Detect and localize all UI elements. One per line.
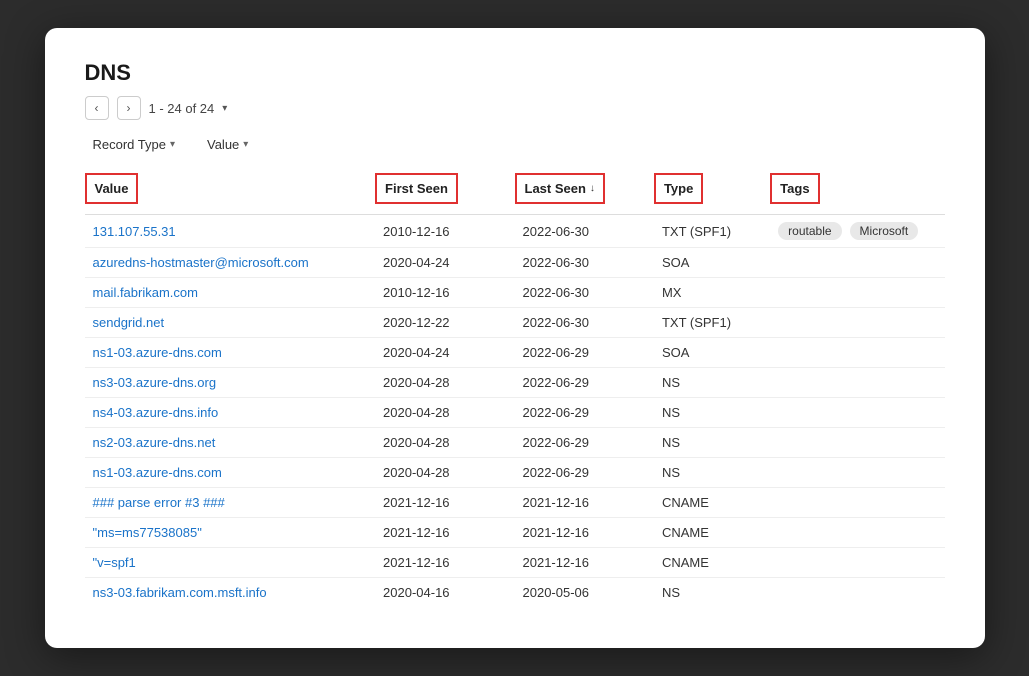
table-row: 131.107.55.312010-12-162022-06-30TXT (SP… <box>85 215 945 248</box>
cell-value[interactable]: ### parse error #3 ### <box>85 495 376 510</box>
cell-value[interactable]: azuredns-hostmaster@microsoft.com <box>85 255 376 270</box>
cell-value[interactable]: "ms=ms77538085" <box>85 525 376 540</box>
cell-first-seen: 2010-12-16 <box>375 224 514 239</box>
table-row: ### parse error #3 ###2021-12-162021-12-… <box>85 488 945 518</box>
col-last-seen-label[interactable]: Last Seen ↓ <box>515 173 605 204</box>
next-page-button[interactable]: › <box>117 96 141 120</box>
cell-last-seen: 2021-12-16 <box>515 555 654 570</box>
cell-value[interactable]: ns4-03.azure-dns.info <box>85 405 376 420</box>
cell-value[interactable]: mail.fabrikam.com <box>85 285 376 300</box>
cell-type: NS <box>654 585 770 600</box>
cell-first-seen: 2020-04-28 <box>375 405 514 420</box>
cell-tags: routable Microsoft <box>770 222 944 240</box>
pagination-dropdown[interactable]: ▾ <box>222 103 227 114</box>
cell-first-seen: 2010-12-16 <box>375 285 514 300</box>
cell-last-seen: 2022-06-29 <box>515 465 654 480</box>
pagination-bar: ‹ › 1 - 24 of 24 ▾ <box>85 96 945 120</box>
cell-type: CNAME <box>654 495 770 510</box>
cell-value[interactable]: 131.107.55.31 <box>85 224 376 239</box>
cell-last-seen: 2022-06-30 <box>515 224 654 239</box>
pagination-info: 1 - 24 of 24 <box>149 101 215 116</box>
cell-last-seen: 2022-06-29 <box>515 435 654 450</box>
cell-first-seen: 2020-04-16 <box>375 585 514 600</box>
cell-last-seen: 2022-06-30 <box>515 315 654 330</box>
col-first-seen-label[interactable]: First Seen <box>375 173 458 204</box>
cell-type: SOA <box>654 345 770 360</box>
cell-type: NS <box>654 435 770 450</box>
filter-value-label: Value <box>207 137 239 152</box>
cell-value[interactable]: ns2-03.azure-dns.net <box>85 435 376 450</box>
cell-first-seen: 2020-12-22 <box>375 315 514 330</box>
table-row: ns4-03.azure-dns.info2020-04-282022-06-2… <box>85 398 945 428</box>
col-header-tags: Tags <box>770 169 944 208</box>
cell-type: CNAME <box>654 525 770 540</box>
table-row: "ms=ms77538085"2021-12-162021-12-16CNAME <box>85 518 945 548</box>
filter-record-type-chevron-icon: ▾ <box>170 139 175 150</box>
cell-last-seen: 2021-12-16 <box>515 495 654 510</box>
table-row: ns3-03.fabrikam.com.msft.info2020-04-162… <box>85 578 945 607</box>
cell-first-seen: 2020-04-28 <box>375 465 514 480</box>
cell-first-seen: 2021-12-16 <box>375 525 514 540</box>
cell-last-seen: 2022-06-29 <box>515 375 654 390</box>
cell-type: CNAME <box>654 555 770 570</box>
col-header-type: Type <box>654 169 770 208</box>
cell-type: NS <box>654 375 770 390</box>
cell-type: MX <box>654 285 770 300</box>
cell-first-seen: 2020-04-24 <box>375 345 514 360</box>
page-title: DNS <box>85 60 945 86</box>
cell-first-seen: 2020-04-28 <box>375 375 514 390</box>
cell-last-seen: 2022-06-30 <box>515 285 654 300</box>
cell-first-seen: 2020-04-24 <box>375 255 514 270</box>
cell-value[interactable]: sendgrid.net <box>85 315 376 330</box>
col-value-label[interactable]: Value <box>85 173 139 204</box>
filter-record-type[interactable]: Record Type ▾ <box>85 134 184 155</box>
cell-value[interactable]: ns1-03.azure-dns.com <box>85 345 376 360</box>
cell-value[interactable]: ns3-03.azure-dns.org <box>85 375 376 390</box>
cell-first-seen: 2020-04-28 <box>375 435 514 450</box>
cell-last-seen: 2020-05-06 <box>515 585 654 600</box>
cell-first-seen: 2021-12-16 <box>375 495 514 510</box>
cell-first-seen: 2021-12-16 <box>375 555 514 570</box>
cell-type: TXT (SPF1) <box>654 315 770 330</box>
cell-last-seen: 2022-06-30 <box>515 255 654 270</box>
col-header-last-seen: Last Seen ↓ <box>515 169 654 208</box>
col-header-first-seen: First Seen <box>375 169 514 208</box>
cell-last-seen: 2022-06-29 <box>515 345 654 360</box>
filter-value-chevron-icon: ▾ <box>243 139 248 150</box>
dns-table: Value First Seen Last Seen ↓ Type Tags 1… <box>85 169 945 607</box>
table-row: "v=spf12021-12-162021-12-16CNAME <box>85 548 945 578</box>
last-seen-sort-icon: ↓ <box>590 183 595 194</box>
table-row: ns1-03.azure-dns.com2020-04-242022-06-29… <box>85 338 945 368</box>
cell-last-seen: 2022-06-29 <box>515 405 654 420</box>
col-tags-label[interactable]: Tags <box>770 173 819 204</box>
table-row: azuredns-hostmaster@microsoft.com2020-04… <box>85 248 945 278</box>
col-type-label[interactable]: Type <box>654 173 703 204</box>
cell-value[interactable]: ns1-03.azure-dns.com <box>85 465 376 480</box>
cell-type: NS <box>654 405 770 420</box>
filter-record-type-label: Record Type <box>93 137 166 152</box>
cell-type: SOA <box>654 255 770 270</box>
filter-value[interactable]: Value ▾ <box>199 134 256 155</box>
cell-value[interactable]: "v=spf1 <box>85 555 376 570</box>
cell-last-seen: 2021-12-16 <box>515 525 654 540</box>
table-row: mail.fabrikam.com2010-12-162022-06-30MX <box>85 278 945 308</box>
tag-badge[interactable]: Microsoft <box>850 222 919 240</box>
table-header: Value First Seen Last Seen ↓ Type Tags <box>85 169 945 215</box>
tag-badge[interactable]: routable <box>778 222 841 240</box>
table-row: ns3-03.azure-dns.org2020-04-282022-06-29… <box>85 368 945 398</box>
cell-type: TXT (SPF1) <box>654 224 770 239</box>
cell-value[interactable]: ns3-03.fabrikam.com.msft.info <box>85 585 376 600</box>
col-header-value: Value <box>85 169 376 208</box>
table-row: ns2-03.azure-dns.net2020-04-282022-06-29… <box>85 428 945 458</box>
table-row: ns1-03.azure-dns.com2020-04-282022-06-29… <box>85 458 945 488</box>
cell-type: NS <box>654 465 770 480</box>
prev-page-button[interactable]: ‹ <box>85 96 109 120</box>
main-window: DNS ‹ › 1 - 24 of 24 ▾ Record Type ▾ Val… <box>45 28 985 648</box>
table-row: sendgrid.net2020-12-222022-06-30TXT (SPF… <box>85 308 945 338</box>
filter-bar: Record Type ▾ Value ▾ <box>85 134 945 155</box>
table-body: 131.107.55.312010-12-162022-06-30TXT (SP… <box>85 215 945 607</box>
pagination-chevron-icon: ▾ <box>222 103 227 114</box>
